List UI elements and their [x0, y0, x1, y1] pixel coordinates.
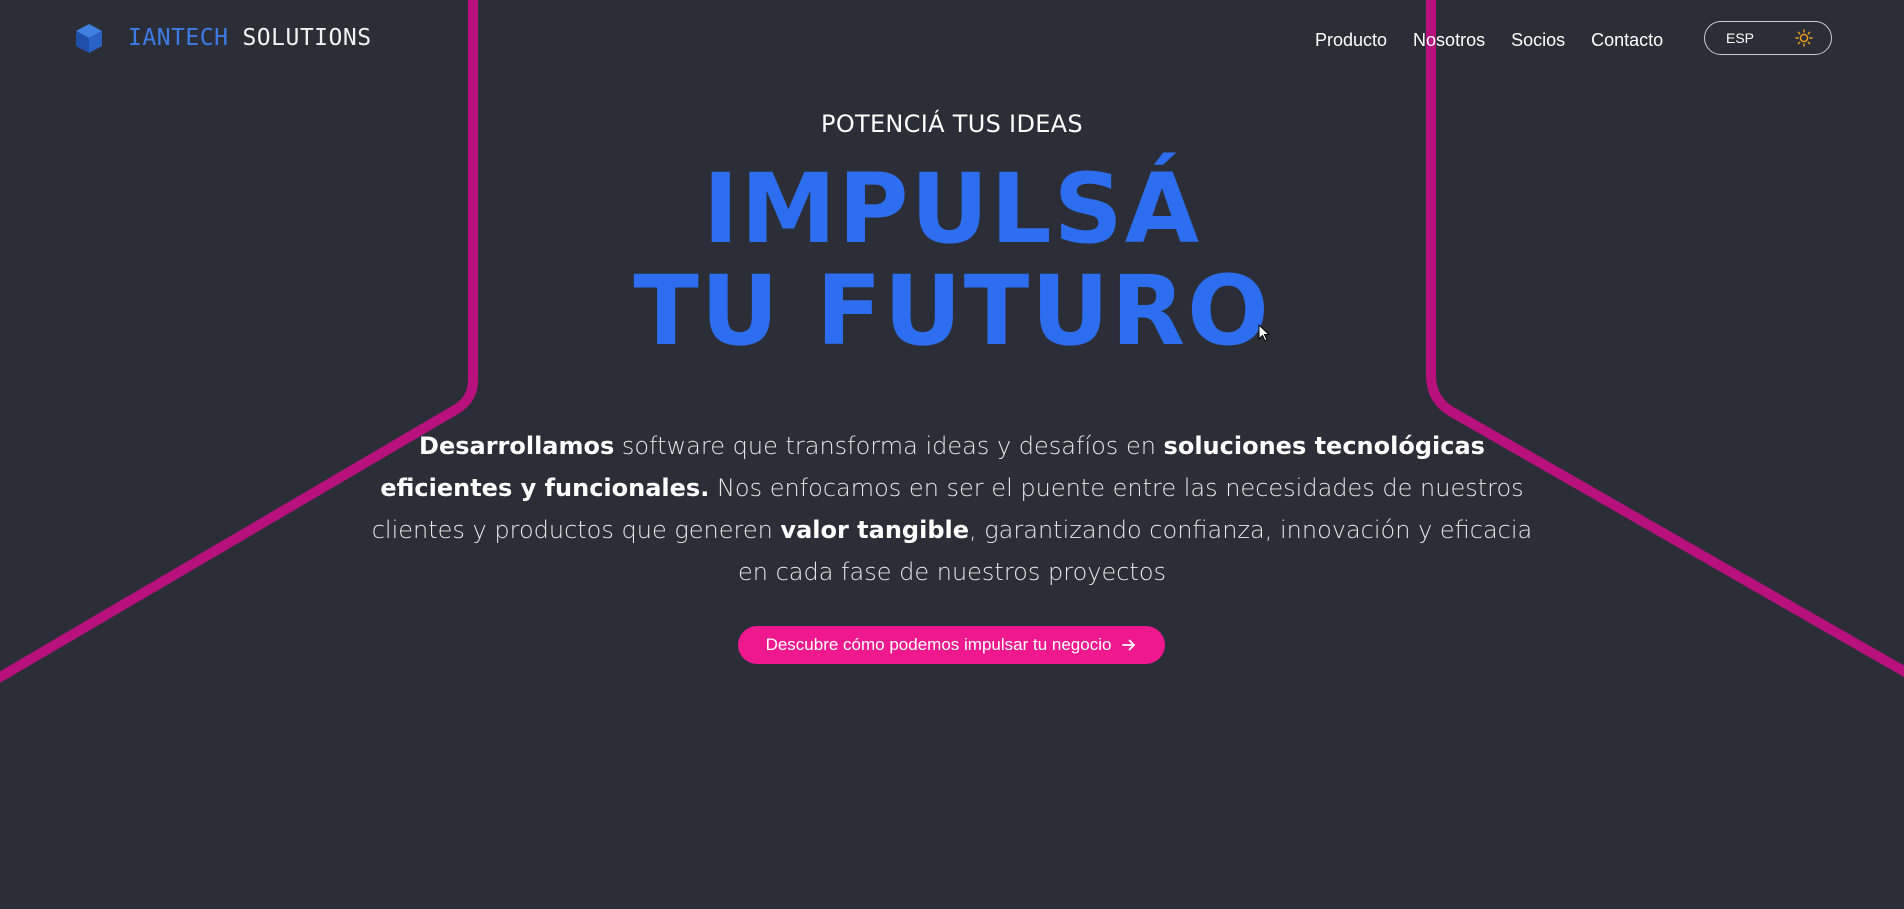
cube-icon — [76, 24, 102, 53]
cta-label: Descubre cómo podemos impulsar tu negoci… — [765, 635, 1112, 654]
main-nav: Producto Nosotros Socios Contacto — [1315, 30, 1663, 51]
desc-bold-3: valor tangible — [780, 516, 970, 544]
nav-item-producto[interactable]: Producto — [1315, 30, 1387, 51]
headline-line-1: IMPULSÁ — [702, 153, 1202, 265]
hero-eyebrow: POTENCIÁ TUS IDEAS — [821, 110, 1083, 138]
hero-headline: IMPULSÁ TU FUTURO — [0, 158, 1904, 362]
nav-item-nosotros[interactable]: Nosotros — [1413, 30, 1485, 51]
mouse-cursor-icon — [1258, 324, 1270, 342]
language-theme-toggle[interactable]: ESP — [1704, 21, 1832, 55]
page: IANTECH SOLUTIONS Producto Nosotros Socio… — [0, 0, 1904, 909]
nav-item-socios[interactable]: Socios — [1511, 30, 1565, 51]
headline-line-2: TU FUTURO — [633, 255, 1271, 367]
desc-bold-1: Desarrollamos — [419, 432, 615, 460]
logo-text-primary: IANTECH — [128, 25, 229, 51]
nav-item-contacto[interactable]: Contacto — [1591, 30, 1663, 51]
logo-text-secondary: SOLUTIONS — [242, 25, 372, 51]
arrow-right-icon — [1122, 639, 1136, 651]
cta-button[interactable]: Descubre cómo podemos impulsar tu negoci… — [738, 626, 1165, 664]
desc-text-1: software que transforma ideas y desafíos… — [614, 432, 1164, 460]
hero-description: Desarrollamos software que transforma id… — [370, 425, 1534, 593]
brand-logo[interactable]: IANTECH SOLUTIONS — [74, 22, 372, 54]
sun-icon[interactable] — [1795, 29, 1813, 47]
language-label[interactable]: ESP — [1726, 30, 1754, 46]
